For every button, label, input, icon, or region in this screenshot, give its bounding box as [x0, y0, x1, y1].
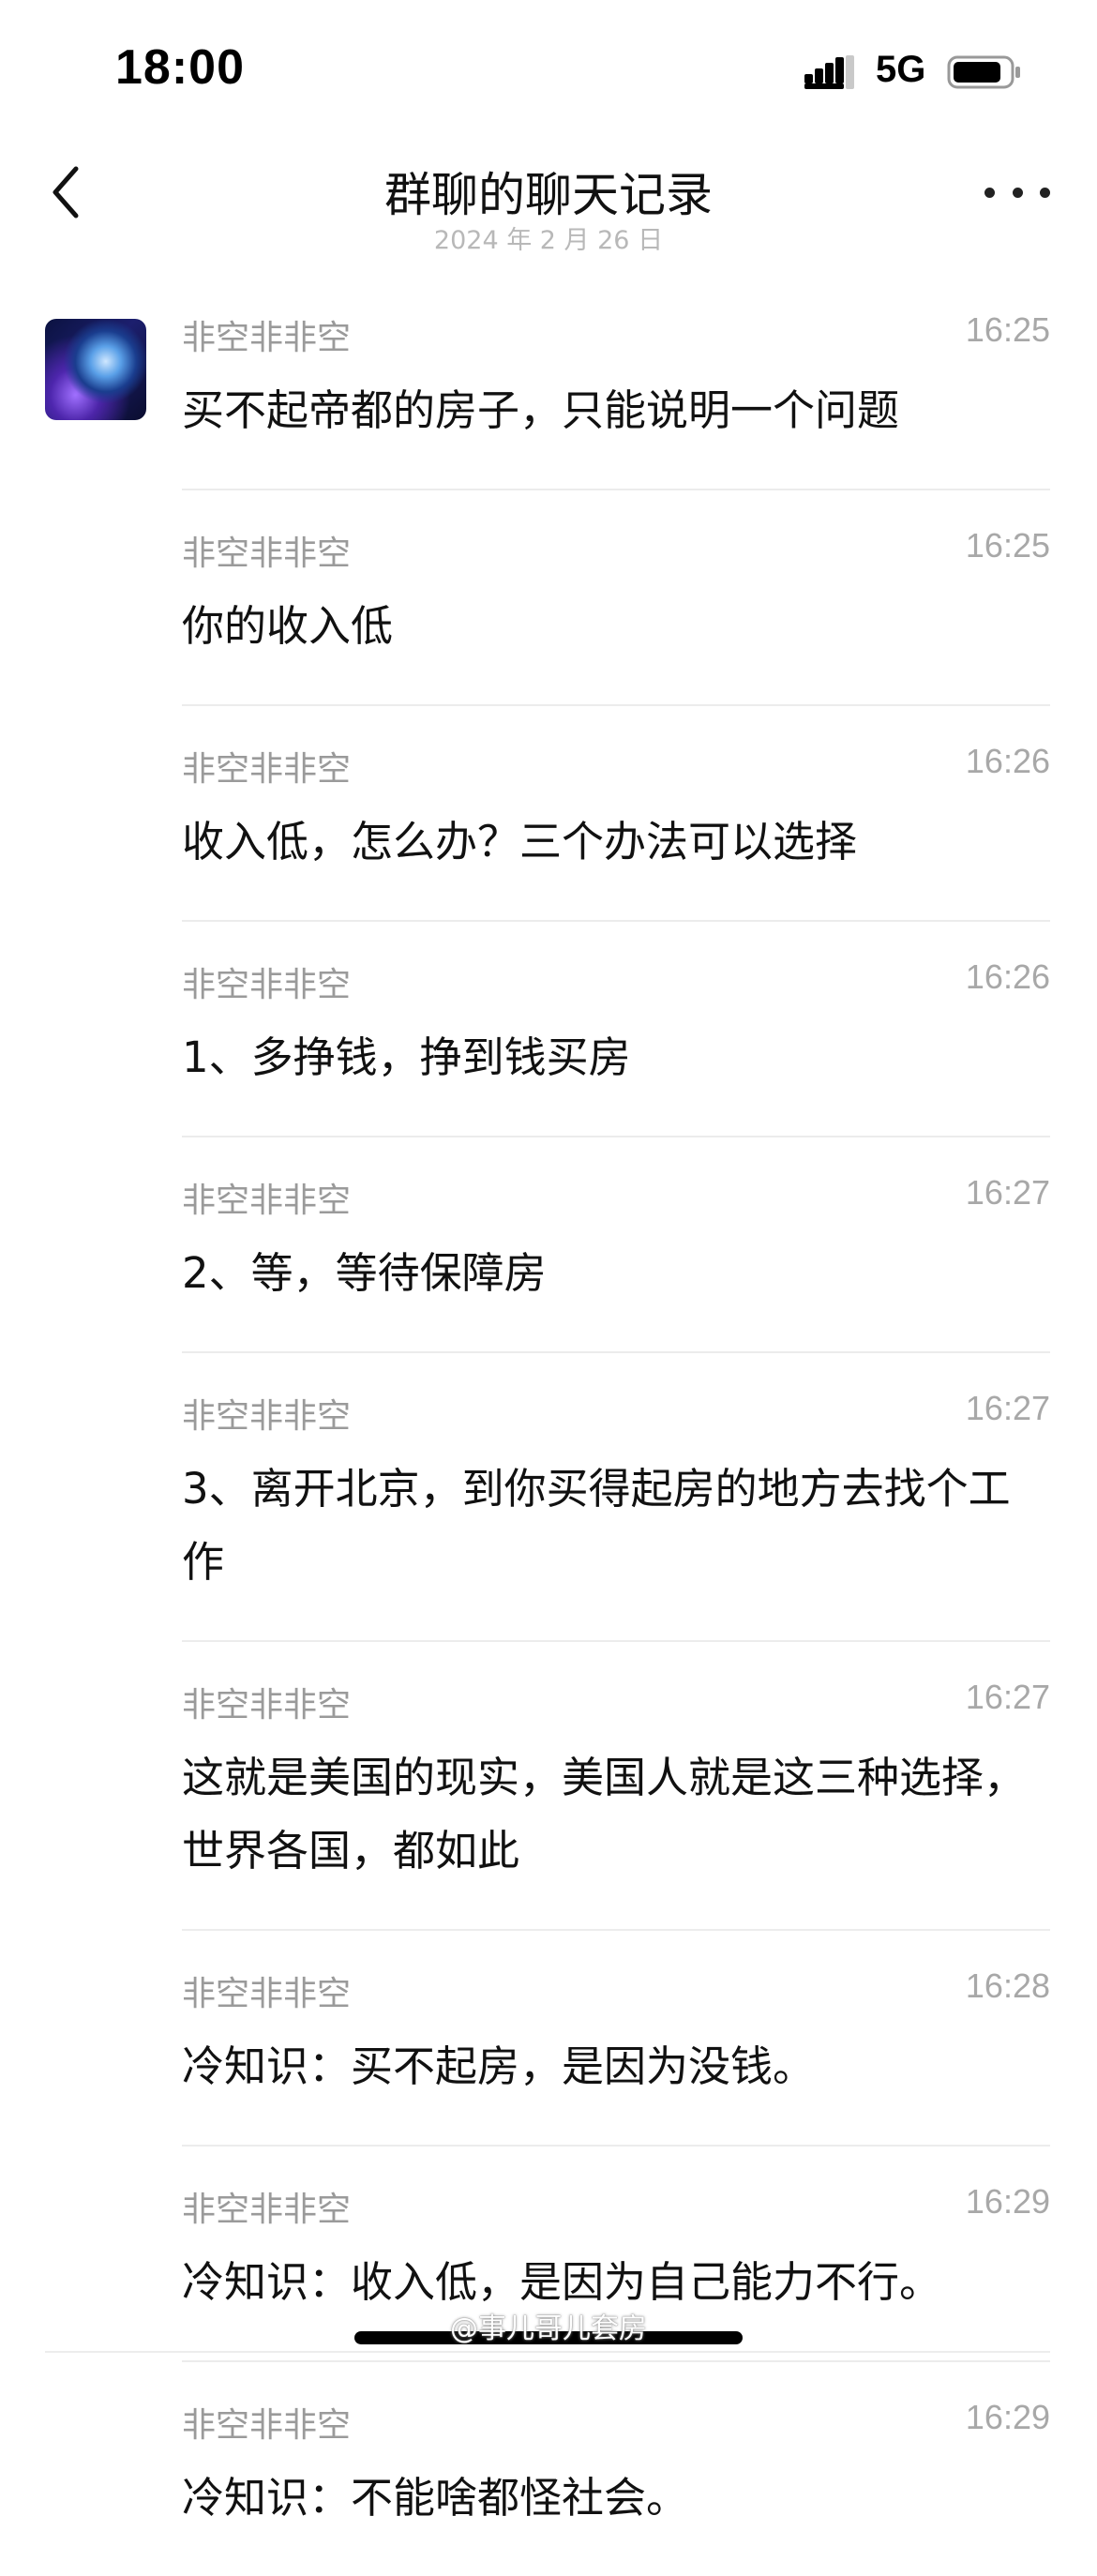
- message-list: 非空非非空 16:25 买不起帝都的房子，只能说明一个问题 非空非非空 16:2…: [0, 275, 1097, 2576]
- message-body: 非空非非空 16:25 买不起帝都的房子，只能说明一个问题: [182, 275, 1050, 490]
- message-time: 16:28: [965, 1966, 1050, 2005]
- message-sender: 非空非非空: [182, 966, 352, 1004]
- battery-icon: [947, 55, 1020, 89]
- message-time: 16:25: [965, 310, 1050, 349]
- cellular-signal-icon: [804, 55, 854, 89]
- message-text[interactable]: 收入低，怎么办？三个办法可以选择: [182, 706, 1050, 920]
- message-body: 非空非非空 16:26 收入低，怎么办？三个办法可以选择: [182, 706, 1050, 922]
- message-body: 非空非非空 16:25 你的收入低: [182, 490, 1050, 706]
- message-item: 非空非非空 16:27 3、离开北京，到你买得起房的地方去找个工作: [0, 1353, 1097, 1642]
- message-sender: 非空非非空: [182, 1397, 352, 1436]
- message-body: 非空非非空 16:27 3、离开北京，到你买得起房的地方去找个工作: [182, 1353, 1050, 1642]
- network-type-label: 5G: [876, 49, 926, 90]
- message-sender: 非空非非空: [182, 1182, 352, 1220]
- message-time: 16:27: [965, 1389, 1050, 1427]
- message-sender: 非空非非空: [182, 1975, 352, 2013]
- message-item: 非空非非空 16:26 收入低，怎么办？三个办法可以选择: [0, 706, 1097, 922]
- message-item: 非空非非空 16:27 2、等，等待保障房: [0, 1137, 1097, 1353]
- message-body: 非空非非空 16:29 冷知识：不能啥都怪社会。: [182, 2362, 1050, 2576]
- message-sender: 非空非非空: [182, 319, 352, 357]
- message-time: 16:27: [965, 1678, 1050, 1716]
- message-body: 非空非非空 16:27 这就是美国的现实，美国人就是这三种选择，世界各国，都如此: [182, 1642, 1050, 1931]
- message-item: 非空非非空 16:26 1、多挣钱，挣到钱买房: [0, 922, 1097, 1137]
- avatar[interactable]: [45, 319, 146, 420]
- message-sender: 非空非非空: [182, 2406, 352, 2445]
- message-item: 非空非非空 16:28 冷知识：买不起房，是因为没钱。: [0, 1931, 1097, 2147]
- message-time: 16:29: [965, 2182, 1050, 2221]
- message-text[interactable]: 冷知识：不能啥都怪社会。: [182, 2362, 1050, 2576]
- more-options-icon[interactable]: [984, 178, 1050, 206]
- nav-header: 群聊的聊天记录 2024 年 2 月 26 日: [0, 141, 1097, 263]
- message-time: 16:29: [965, 2398, 1050, 2436]
- message-item: 非空非非空 16:27 这就是美国的现实，美国人就是这三种选择，世界各国，都如此: [0, 1642, 1097, 1931]
- message-text[interactable]: 你的收入低: [182, 490, 1050, 704]
- message-time: 16:27: [965, 1173, 1050, 1212]
- status-time: 18:00: [115, 40, 245, 95]
- message-item: 非空非非空 16:25 你的收入低: [0, 490, 1097, 706]
- page-title: 群聊的聊天记录: [384, 168, 713, 222]
- message-sender: 非空非非空: [182, 750, 352, 789]
- watermark-text: @事儿哥儿套房: [450, 2312, 647, 2345]
- message-text[interactable]: 买不起帝都的房子，只能说明一个问题: [182, 275, 1050, 489]
- message-sender: 非空非非空: [182, 1686, 352, 1725]
- page-subtitle-date: 2024 年 2 月 26 日: [433, 226, 664, 255]
- message-body: 非空非非空 16:26 1、多挣钱，挣到钱买房: [182, 922, 1050, 1137]
- message-item: 非空非非空 16:25 买不起帝都的房子，只能说明一个问题: [0, 275, 1097, 490]
- message-text[interactable]: 2、等，等待保障房: [182, 1137, 1050, 1351]
- divider: [45, 2351, 1050, 2353]
- message-item: 非空非非空 16:29 冷知识：不能啥都怪社会。: [0, 2362, 1097, 2576]
- message-sender: 非空非非空: [182, 2191, 352, 2229]
- status-bar: 18:00 5G: [0, 0, 1097, 141]
- message-body: 非空非非空 16:28 冷知识：买不起房，是因为没钱。: [182, 1931, 1050, 2147]
- message-time: 16:25: [965, 526, 1050, 565]
- message-time: 16:26: [965, 742, 1050, 780]
- message-time: 16:26: [965, 957, 1050, 996]
- message-body: 非空非非空 16:27 2、等，等待保障房: [182, 1137, 1050, 1353]
- message-text[interactable]: 冷知识：买不起房，是因为没钱。: [182, 1931, 1050, 2145]
- message-sender: 非空非非空: [182, 535, 352, 573]
- message-text[interactable]: 1、多挣钱，挣到钱买房: [182, 922, 1050, 1136]
